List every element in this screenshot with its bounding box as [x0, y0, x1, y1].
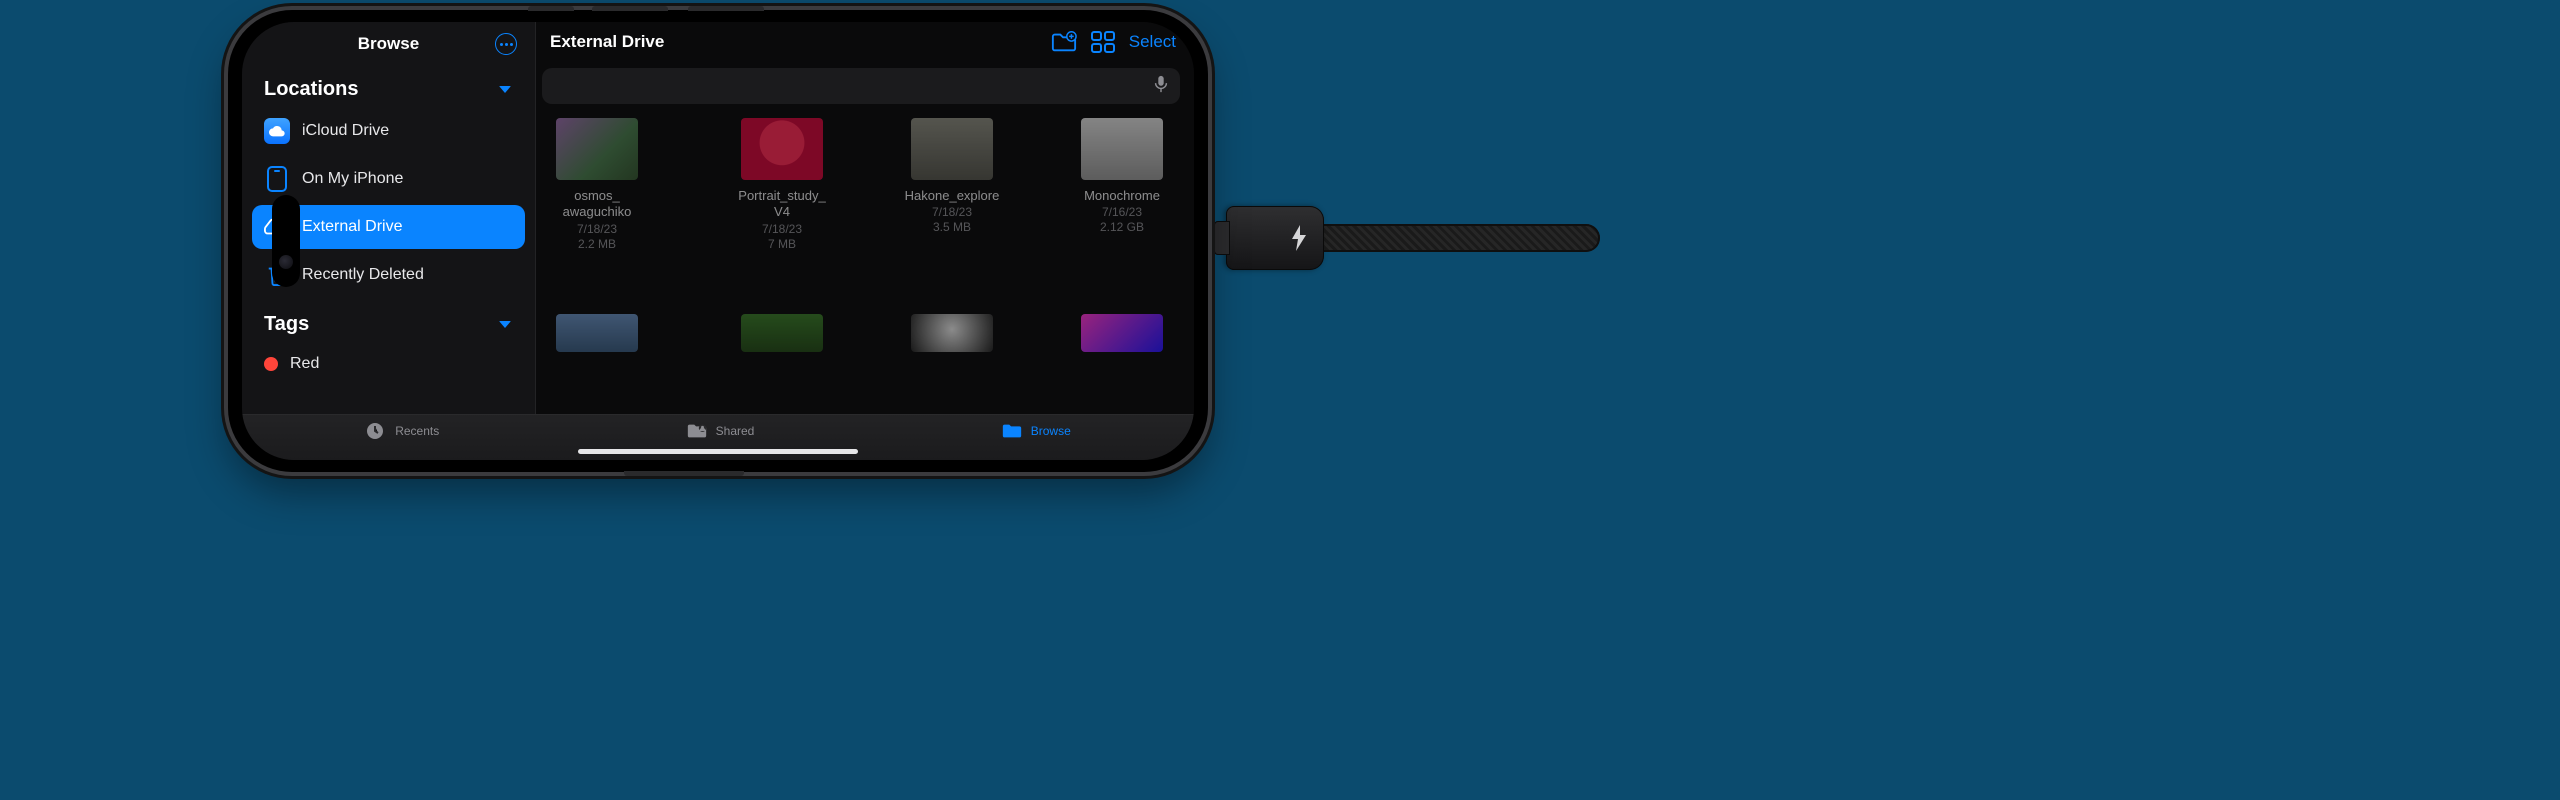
file-size: 2.2 MB: [578, 237, 616, 251]
file-name: Monochrome: [1084, 188, 1160, 204]
phone-button-vol-up: [592, 6, 668, 11]
section-locations-header[interactable]: Locations: [242, 64, 535, 107]
chevron-down-icon: [499, 86, 511, 93]
file-item[interactable]: [710, 314, 854, 414]
screen: Browse Locations iCloud Drive On My iPho…: [242, 22, 1194, 460]
sidebar-item-label: iCloud Drive: [302, 122, 389, 140]
file-size: 2.12 GB: [1100, 220, 1144, 234]
file-name: osmos_awaguchiko: [563, 188, 632, 221]
sidebar-item-onmyiphone[interactable]: On My iPhone: [252, 157, 525, 201]
select-button[interactable]: Select: [1129, 32, 1176, 52]
main-header: External Drive Select: [536, 22, 1194, 62]
phone-button-vol-down: [688, 6, 764, 11]
sidebar-item-icloud[interactable]: iCloud Drive: [252, 109, 525, 153]
file-size: 7 MB: [768, 237, 796, 251]
sidebar-item-label: External Drive: [302, 218, 402, 236]
thunderbolt-icon: [1290, 225, 1308, 251]
sidebar-item-label: On My iPhone: [302, 170, 403, 188]
section-title: Tags: [264, 313, 309, 336]
tab-label: Shared: [716, 424, 755, 438]
usb-plug: [1214, 221, 1230, 255]
file-item[interactable]: osmos_awaguchiko 7/18/23 2.2 MB: [510, 118, 684, 304]
clock-icon: [365, 422, 387, 440]
view-grid-button[interactable]: [1091, 31, 1115, 53]
sidebar-item-label: Recently Deleted: [302, 266, 424, 284]
tab-browse[interactable]: Browse: [1001, 422, 1071, 440]
more-options-button[interactable]: [495, 33, 517, 55]
file-grid: osmos_awaguchiko 7/18/23 2.2 MB Portrait…: [536, 112, 1194, 414]
folder-icon: [1001, 422, 1023, 440]
section-title: Locations: [264, 78, 358, 101]
new-folder-button[interactable]: [1051, 31, 1077, 53]
phone-button-silent: [528, 6, 574, 11]
file-name: Hakone_explore: [905, 188, 1000, 204]
file-item[interactable]: [1050, 314, 1194, 414]
sidebar-title: Browse: [358, 34, 419, 54]
usb-connector: [1226, 206, 1324, 270]
tab-label: Browse: [1031, 424, 1071, 438]
file-item[interactable]: Monochrome 7/16/23 2.12 GB: [1050, 118, 1194, 304]
tab-recents[interactable]: Recents: [365, 422, 439, 440]
phone-button-power: [624, 471, 744, 476]
file-thumb: [1081, 118, 1163, 180]
file-thumb: [741, 118, 823, 180]
file-thumb: [911, 118, 993, 180]
file-item[interactable]: [510, 314, 684, 414]
search-field[interactable]: [542, 68, 1180, 104]
file-item[interactable]: [880, 314, 1024, 414]
file-thumb: [741, 314, 823, 352]
file-item[interactable]: Portrait_study_V4 7/18/23 7 MB: [710, 118, 854, 304]
sidebar-header: Browse: [242, 24, 535, 64]
file-thumb: [556, 314, 638, 352]
tab-shared[interactable]: Shared: [686, 422, 755, 440]
file-date: 7/18/23: [762, 222, 802, 236]
main-pane: External Drive Select osmos_awaguchi: [536, 22, 1194, 414]
cloud-icon: [264, 118, 290, 144]
file-size: 3.5 MB: [933, 220, 971, 234]
phone-icon: [267, 166, 287, 192]
shared-folder-icon: [686, 422, 708, 440]
sidebar-item-label: Red: [290, 355, 319, 373]
home-indicator[interactable]: [578, 449, 858, 454]
dynamic-island: [272, 195, 300, 287]
file-date: 7/16/23: [1102, 205, 1142, 219]
microphone-icon[interactable]: [1154, 75, 1168, 98]
tag-dot-icon: [264, 357, 278, 371]
usb-cable: [1310, 224, 1600, 252]
sidebar-tag-red[interactable]: Red: [252, 344, 525, 384]
file-date: 7/18/23: [932, 205, 972, 219]
file-item[interactable]: Hakone_explore 7/18/23 3.5 MB: [880, 118, 1024, 304]
file-name: Portrait_study_V4: [738, 188, 825, 221]
iphone-frame: Browse Locations iCloud Drive On My iPho…: [228, 10, 1208, 472]
file-thumb: [911, 314, 993, 352]
page-title: External Drive: [550, 32, 664, 52]
file-thumb: [556, 118, 638, 180]
section-tags-header[interactable]: Tags: [242, 299, 535, 342]
file-thumb: [1081, 314, 1163, 352]
tab-label: Recents: [395, 424, 439, 438]
file-date: 7/18/23: [577, 222, 617, 236]
